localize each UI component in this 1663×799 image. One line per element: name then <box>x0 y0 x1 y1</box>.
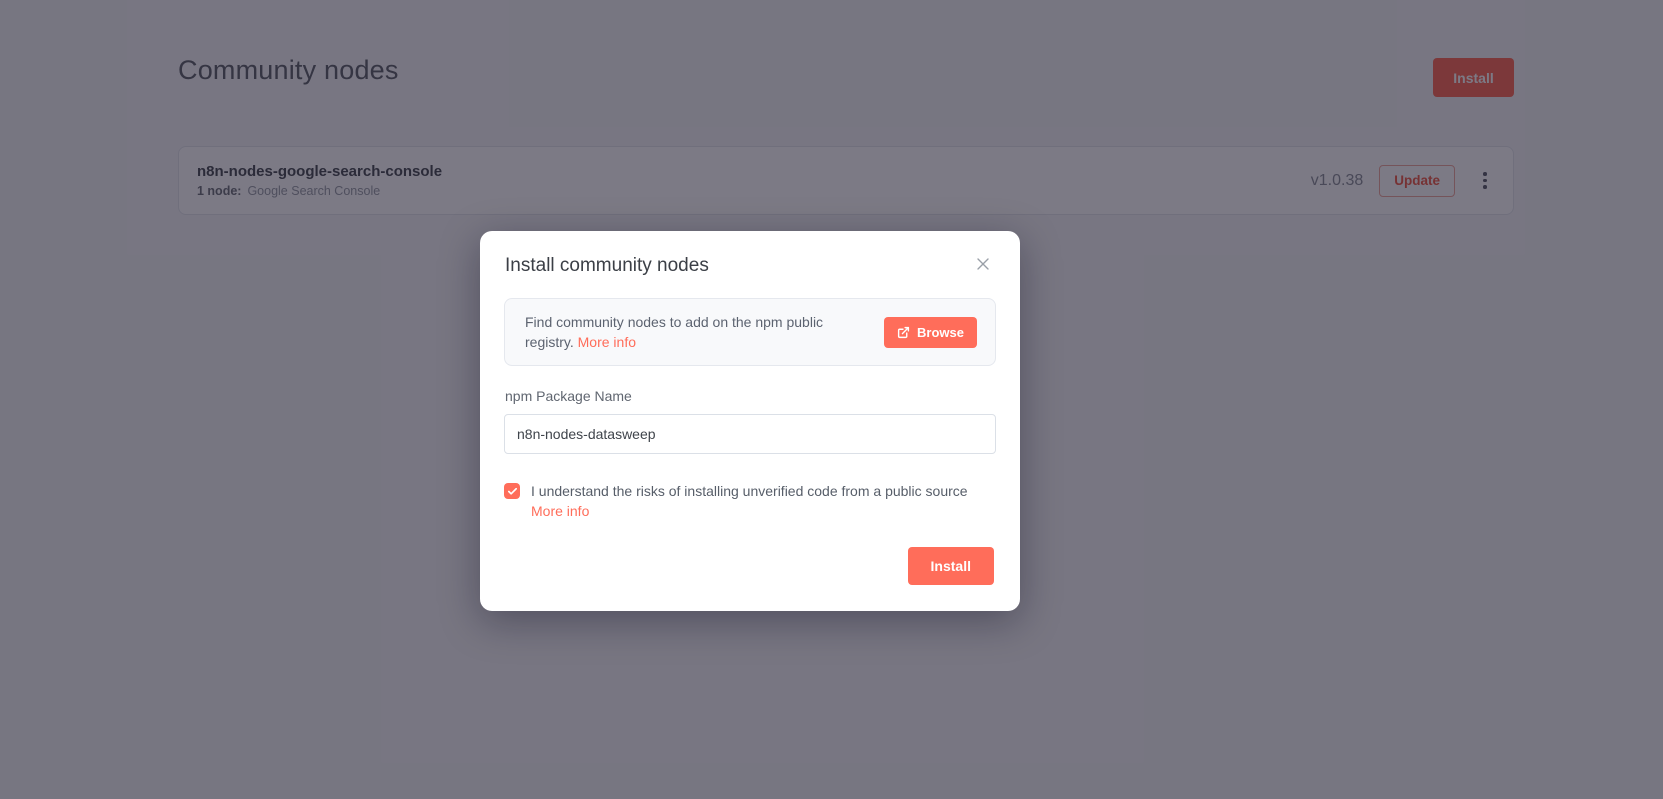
browse-button[interactable]: Browse <box>884 316 977 348</box>
callout-text: Find community nodes to add on the npm p… <box>525 312 857 353</box>
browse-button-label: Browse <box>917 324 964 340</box>
modal-title: Install community nodes <box>505 255 709 276</box>
external-link-icon <box>897 326 910 338</box>
n8n-community-nodes-screen: Community nodes Install n8n-nodes-google… <box>0 0 1663 799</box>
install-button-modal[interactable]: Install <box>907 547 994 585</box>
callout-message: Find community nodes to add on the npm p… <box>525 313 824 350</box>
callout-more-info-link[interactable]: More info <box>578 334 636 350</box>
risk-checkbox-label: I understand the risks of installing unv… <box>531 483 968 499</box>
install-community-nodes-modal: Install community nodes Find community n… <box>480 231 1020 611</box>
close-button[interactable] <box>972 253 994 275</box>
check-icon <box>507 487 517 495</box>
risk-acknowledgement-row: I understand the risks of installing unv… <box>504 482 996 521</box>
browse-callout: Find community nodes to add on the npm p… <box>504 298 996 366</box>
npm-package-name-label: npm Package Name <box>505 388 632 404</box>
risk-checkbox[interactable] <box>504 483 520 499</box>
close-icon <box>977 258 989 270</box>
risk-more-info-link[interactable]: More info <box>531 503 589 519</box>
npm-package-name-input[interactable] <box>504 414 996 454</box>
risk-checkbox-text: I understand the risks of installing unv… <box>531 482 996 521</box>
